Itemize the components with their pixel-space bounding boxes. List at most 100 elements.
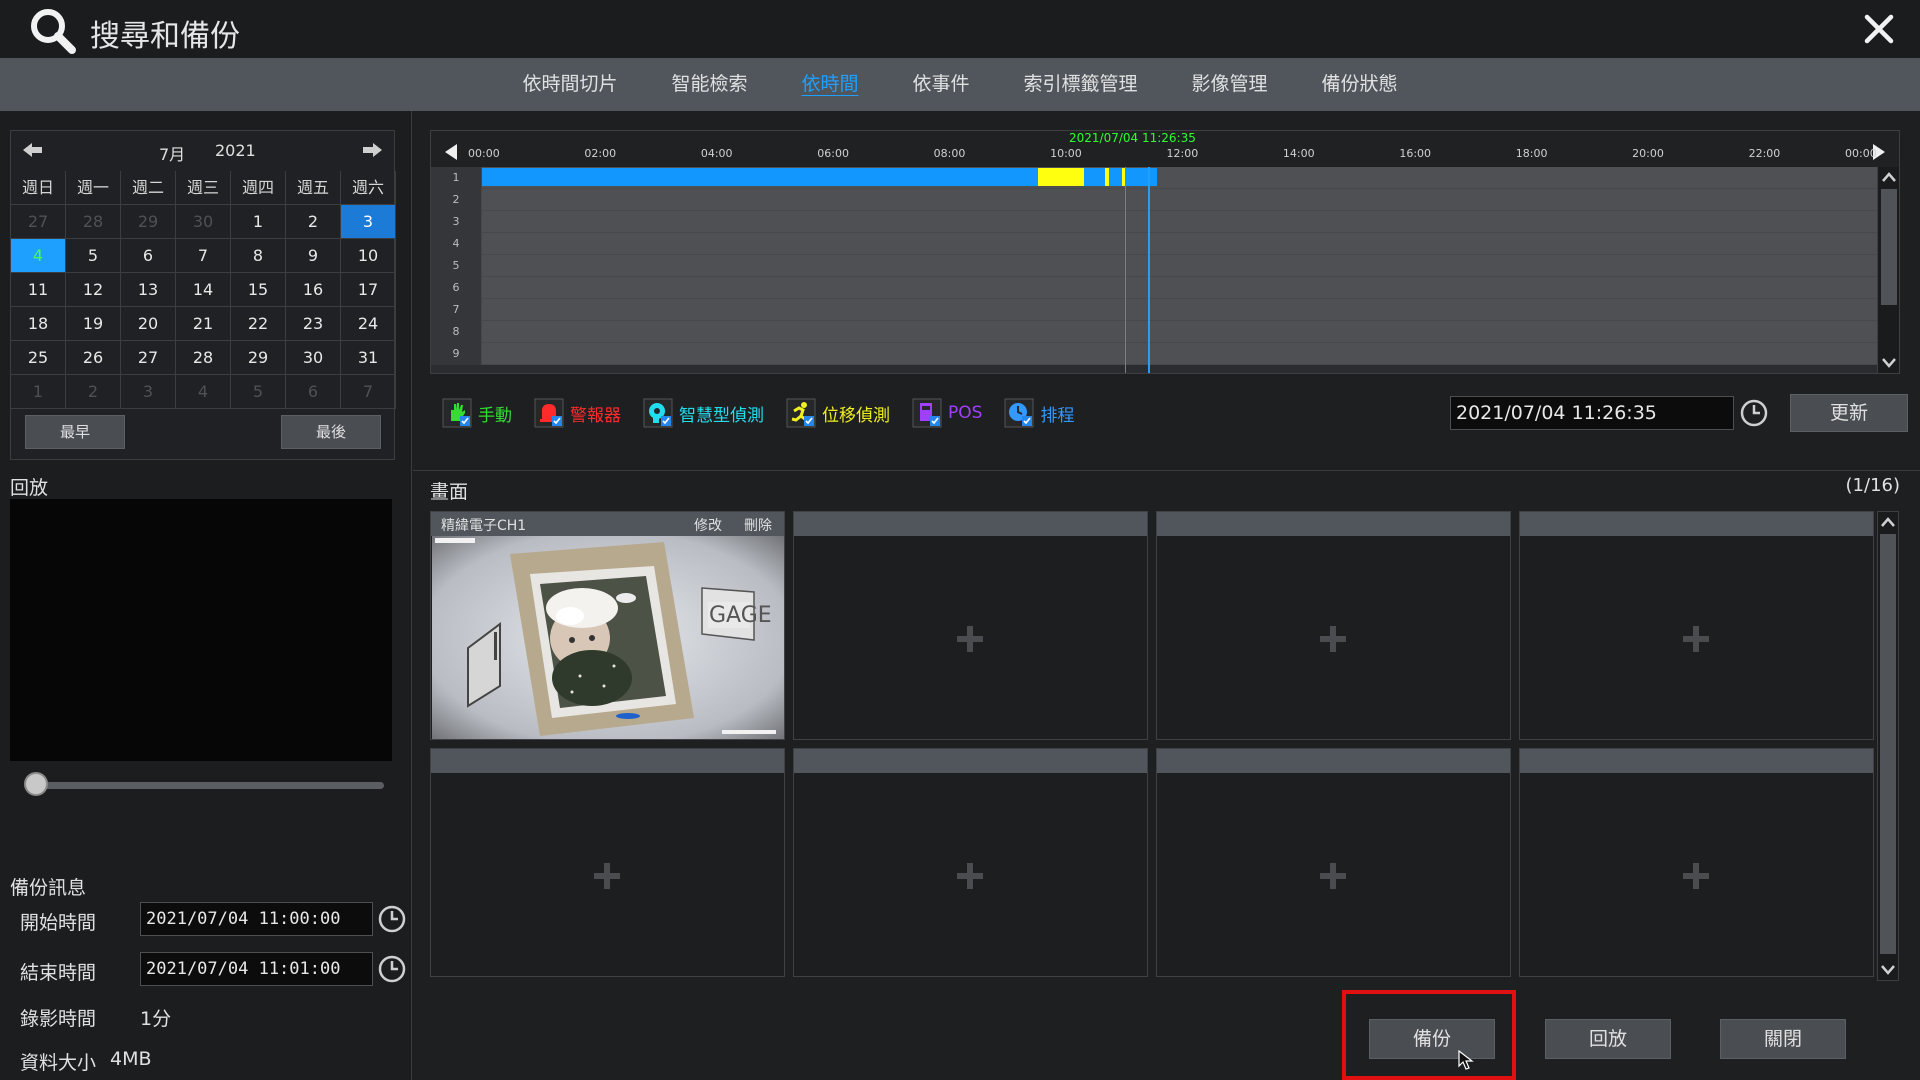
calendar-day[interactable]: 11 [11, 273, 66, 307]
legend-pos[interactable]: POS [912, 394, 982, 432]
timeline-channel-row[interactable]: 1 [431, 167, 1879, 189]
triangle-left-icon[interactable] [445, 144, 457, 160]
recording-segment[interactable] [1037, 168, 1085, 186]
channel-track[interactable] [482, 233, 1879, 254]
thumbnail-tile[interactable] [1156, 511, 1511, 740]
thumbnail-tile[interactable] [793, 748, 1148, 977]
calendar-day[interactable]: 7 [176, 239, 231, 273]
chevron-up-icon[interactable] [1881, 171, 1897, 183]
calendar-day[interactable]: 16 [286, 273, 341, 307]
calendar-day[interactable]: 20 [121, 307, 176, 341]
calendar-day-selected[interactable]: 4 [11, 239, 66, 273]
timeline-channel-row[interactable]: 2 [431, 189, 1879, 211]
thumbnail-tile[interactable] [1156, 748, 1511, 977]
channel-track[interactable] [482, 211, 1879, 232]
calendar-day[interactable]: 28 [176, 341, 231, 375]
legend-alarm[interactable]: 警報器 [534, 394, 621, 432]
camera-snapshot[interactable]: GAGE [432, 536, 784, 739]
arrow-left-icon[interactable] [23, 141, 43, 159]
channel-track[interactable] [482, 255, 1879, 276]
calendar-day[interactable]: 15 [231, 273, 286, 307]
tab-image-management[interactable]: 影像管理 [1165, 58, 1295, 111]
timeline-channel-row[interactable]: 7 [431, 299, 1879, 321]
calendar-day[interactable]: 2 [286, 205, 341, 239]
current-time-input[interactable]: 2021/07/04 11:26:35 [1450, 396, 1734, 430]
tab-by-time[interactable]: 依時間 [774, 58, 885, 111]
close-button[interactable]: 關閉 [1720, 1019, 1846, 1059]
recording-segment[interactable] [1125, 168, 1158, 186]
legend-motion-detection[interactable]: 位移偵測 [786, 394, 890, 432]
calendar-day[interactable]: 8 [231, 239, 286, 273]
delete-link[interactable]: 刪除 [744, 515, 772, 535]
timeline-channel-row[interactable]: 8 [431, 321, 1879, 343]
calendar-day[interactable]: 3 [341, 205, 396, 239]
tab-backup-status[interactable]: 備份狀態 [1295, 58, 1425, 111]
calendar-day[interactable]: 6 [121, 239, 176, 273]
thumbnail-tile[interactable] [430, 748, 785, 977]
calendar-day[interactable]: 30 [286, 341, 341, 375]
playback-button[interactable]: 回放 [1545, 1019, 1671, 1059]
backup-button[interactable]: 備份 [1369, 1019, 1495, 1059]
scrollbar-thumb[interactable] [1880, 534, 1896, 954]
timeline-channel-row[interactable]: 9 [431, 343, 1879, 365]
calendar-day[interactable]: 12 [66, 273, 121, 307]
scrollbar-thumb[interactable] [1881, 189, 1897, 305]
clock-icon[interactable] [377, 954, 407, 984]
timeline-cursor[interactable] [1125, 167, 1127, 373]
plus-icon[interactable] [1317, 623, 1349, 655]
chevron-up-icon[interactable] [1880, 516, 1896, 528]
channel-track[interactable] [482, 321, 1879, 342]
calendar-day[interactable]: 24 [341, 307, 396, 341]
thumbnail-tile[interactable]: 精緯電子CH1 修改 刪除 GAGE [430, 511, 785, 740]
timeline[interactable]: 00:00 02:00 04:00 06:00 08:00 10:00 12:00 14:00… [430, 130, 1900, 374]
tab-smart-search[interactable]: 智能檢索 [644, 58, 774, 111]
legend-manual[interactable]: 手動 [442, 394, 512, 432]
timeline-channel-row[interactable]: 6 [431, 277, 1879, 299]
legend-smart-detection[interactable]: 智慧型偵測 [643, 394, 764, 432]
calendar-day[interactable]: 25 [11, 341, 66, 375]
clock-icon[interactable] [1739, 398, 1769, 428]
earliest-button[interactable]: 最早 [25, 415, 125, 449]
thumbnail-tile[interactable] [1519, 511, 1874, 740]
calendar-day[interactable]: 17 [341, 273, 396, 307]
thumbnail-scrollbar[interactable] [1877, 511, 1899, 981]
calendar-day[interactable]: 29 [231, 341, 286, 375]
plus-icon[interactable] [1680, 623, 1712, 655]
playback-slider-handle[interactable] [24, 772, 48, 796]
timeline-channel-row[interactable]: 3 [431, 211, 1879, 233]
thumbnail-tile[interactable] [793, 511, 1148, 740]
timeline-cursor[interactable] [1147, 167, 1150, 373]
calendar-day[interactable]: 13 [121, 273, 176, 307]
legend-schedule[interactable]: 排程 [1004, 394, 1074, 432]
timeline-channel-row[interactable]: 4 [431, 233, 1879, 255]
edit-link[interactable]: 修改 [694, 515, 722, 535]
plus-icon[interactable] [1680, 860, 1712, 892]
calendar-day[interactable]: 22 [231, 307, 286, 341]
calendar-day[interactable]: 1 [231, 205, 286, 239]
calendar-day[interactable]: 27 [121, 341, 176, 375]
tab-tag-management[interactable]: 索引標籤管理 [997, 58, 1165, 111]
refresh-button[interactable]: 更新 [1790, 394, 1908, 432]
calendar-day[interactable]: 9 [286, 239, 341, 273]
tab-by-event[interactable]: 依事件 [885, 58, 996, 111]
clock-icon[interactable] [377, 904, 407, 934]
latest-button[interactable]: 最後 [281, 415, 381, 449]
channel-track[interactable] [482, 343, 1879, 364]
calendar-day[interactable]: 19 [66, 307, 121, 341]
channel-track[interactable] [482, 277, 1879, 298]
calendar-day[interactable]: 14 [176, 273, 231, 307]
channel-track[interactable] [482, 189, 1879, 210]
calendar-day[interactable]: 5 [66, 239, 121, 273]
plus-icon[interactable] [954, 860, 986, 892]
channel-track[interactable] [482, 299, 1879, 320]
calendar-day[interactable]: 18 [11, 307, 66, 341]
calendar-day[interactable]: 10 [341, 239, 396, 273]
start-time-input[interactable]: 2021/07/04 11:00:00 [140, 902, 373, 936]
calendar-day[interactable]: 31 [341, 341, 396, 375]
arrow-right-icon[interactable] [362, 141, 382, 159]
end-time-input[interactable]: 2021/07/04 11:01:00 [140, 952, 373, 986]
recording-segment[interactable] [482, 168, 1038, 186]
close-icon[interactable] [1862, 12, 1896, 46]
timeline-channel-row[interactable]: 5 [431, 255, 1879, 277]
calendar-day[interactable]: 21 [176, 307, 231, 341]
